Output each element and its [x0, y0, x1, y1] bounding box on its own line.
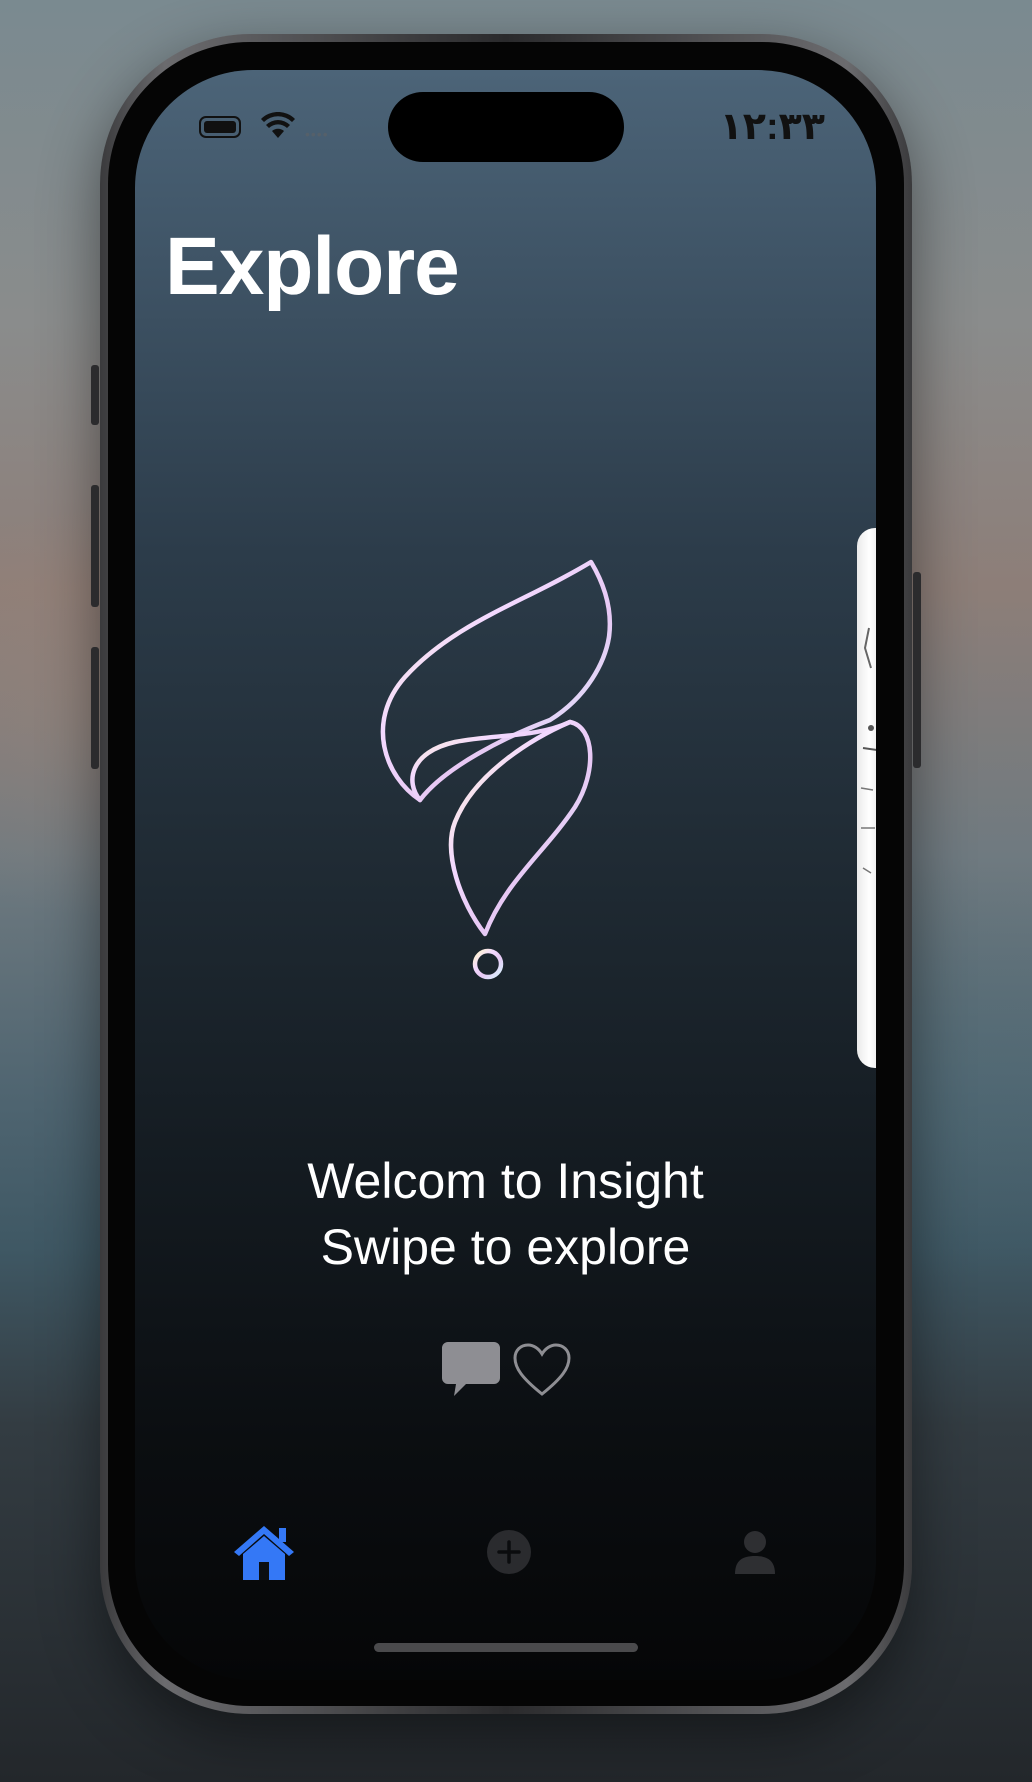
- next-card-image: [860, 627, 876, 874]
- app-screen: •••• ۱۲:۳۳ Explore Welcom to Insight Swi…: [135, 70, 876, 1680]
- next-card-preview[interactable]: [857, 528, 876, 1068]
- side-button-power: [913, 572, 921, 768]
- welcome-subtitle: Swipe to explore: [320, 1219, 691, 1275]
- tab-profile[interactable]: [723, 1520, 787, 1584]
- home-icon: [234, 1526, 294, 1580]
- comment-icon[interactable]: [440, 1338, 502, 1400]
- post-actions: [440, 1338, 580, 1408]
- status-bar: •••• ۱۲:۳۳: [135, 70, 876, 200]
- tab-home[interactable]: [232, 1520, 296, 1584]
- home-indicator[interactable]: [374, 1643, 638, 1652]
- heart-icon[interactable]: [512, 1342, 572, 1398]
- dynamic-island: [388, 92, 624, 162]
- wifi-icon: [261, 112, 295, 138]
- tab-add[interactable]: [477, 1520, 541, 1584]
- add-circle-icon: [487, 1530, 531, 1574]
- tab-bar: [135, 1500, 876, 1610]
- side-button-mute: [91, 365, 99, 425]
- battery-icon: [199, 116, 241, 138]
- side-button-volume-up: [91, 485, 99, 607]
- side-button-volume-down: [91, 647, 99, 769]
- status-time: ۱۲:۳۳: [719, 106, 825, 148]
- cellular-signal-icon: ••••: [305, 126, 329, 142]
- page-title: Explore: [165, 221, 460, 312]
- welcome-title: Welcom to Insight: [307, 1153, 704, 1209]
- person-icon: [735, 1531, 775, 1574]
- insight-logo-icon: [380, 559, 613, 980]
